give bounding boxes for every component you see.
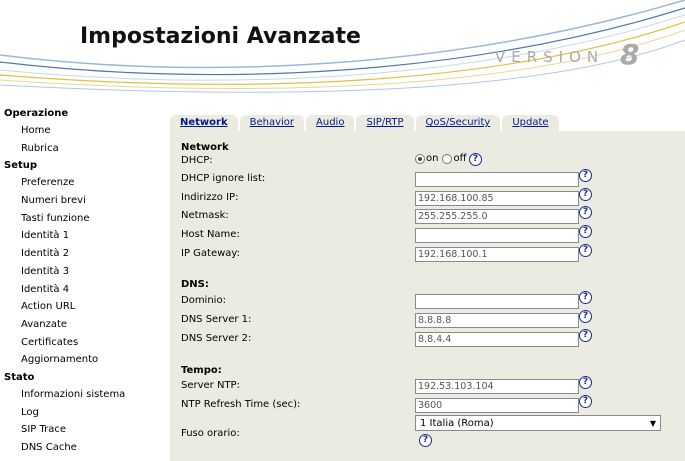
netmask-label: Netmask: [181, 210, 229, 221]
help-icon[interactable]: ? [579, 225, 592, 238]
hostname-label: Host Name: [181, 229, 240, 240]
timezone-label: Fuso orario: [181, 428, 240, 439]
netmask-input[interactable]: 255.255.255.0 [415, 209, 579, 224]
sidebar-item-home[interactable]: Home [0, 122, 160, 140]
sidebar-item-rubrica[interactable]: Rubrica [0, 140, 160, 158]
ip-address-label: Indirizzo IP: [181, 192, 239, 203]
help-icon[interactable]: ? [579, 376, 592, 389]
page-title: Impostazioni Avanzate [80, 24, 361, 49]
sidebar-item-identita-4[interactable]: Identità 4 [0, 281, 160, 299]
help-icon[interactable]: ? [579, 291, 592, 304]
dhcp-ignore-input[interactable] [415, 172, 579, 187]
sidebar-item-aggiornamento[interactable]: Aggiornamento [0, 351, 160, 369]
header: Impostazioni Avanzate VERSION 8 [0, 0, 685, 100]
sidebar-item-dns-cache[interactable]: DNS Cache [0, 439, 160, 457]
dhcp-on-label: on [426, 153, 439, 164]
sidebar-item-preferenze[interactable]: Preferenze [0, 174, 160, 192]
dhcp-radio-group: on off [415, 153, 466, 164]
gateway-input[interactable]: 192.168.100.1 [415, 247, 579, 262]
domain-label: Dominio: [181, 295, 226, 306]
tab-update[interactable]: Update [502, 115, 559, 131]
domain-input[interactable] [415, 294, 579, 309]
dhcp-on-radio[interactable] [415, 153, 425, 164]
help-icon[interactable]: ? [579, 206, 592, 219]
sidebar-nav: Operazione Home Rubrica Setup Preferenze… [0, 105, 160, 457]
dhcp-off-label: off [453, 153, 467, 164]
sidebar-item-tasti-funzione[interactable]: Tasti funzione [0, 210, 160, 228]
version-number: 8 [620, 38, 640, 71]
dns-server-1-input[interactable]: 8.8.8.8 [415, 313, 579, 328]
sidebar-item-certificates[interactable]: Certificates [0, 334, 160, 352]
sidebar-item-log[interactable]: Log [0, 404, 160, 422]
gateway-label: IP Gateway: [181, 248, 240, 259]
time-heading: Tempo: [181, 365, 222, 376]
dhcp-ignore-label: DHCP ignore list: [181, 173, 266, 184]
tab-qos-security[interactable]: QoS/Security [415, 115, 501, 131]
tab-bar: Network Behavior Audio SIP/RTP QoS/Secur… [170, 115, 561, 131]
sidebar-section-operazione: Operazione [4, 108, 69, 119]
sidebar-item-identita-3[interactable]: Identità 3 [0, 263, 160, 281]
sidebar-item-sip-trace[interactable]: SIP Trace [0, 421, 160, 439]
sidebar-item-numeri-brevi[interactable]: Numeri brevi [0, 192, 160, 210]
help-icon[interactable]: ? [579, 188, 592, 201]
tab-network[interactable]: Network [170, 115, 238, 131]
version-label: VERSION [495, 48, 605, 66]
help-icon[interactable]: ? [469, 153, 482, 166]
dropdown-arrow-icon: ▼ [649, 419, 656, 428]
sidebar-item-avanzate[interactable]: Avanzate [0, 316, 160, 334]
help-icon[interactable]: ? [579, 169, 592, 182]
sidebar-item-identita-1[interactable]: Identità 1 [0, 227, 160, 245]
dns-heading: DNS: [181, 279, 209, 290]
ntp-server-input[interactable]: 192.53.103.104 [415, 379, 579, 394]
sidebar-section-setup: Setup [4, 160, 38, 172]
ntp-refresh-label: NTP Refresh Time (sec): [181, 399, 301, 410]
help-icon[interactable]: ? [579, 395, 592, 408]
dhcp-off-radio[interactable] [442, 153, 453, 164]
sidebar-item-identita-2[interactable]: Identità 2 [0, 245, 160, 263]
ntp-server-label: Server NTP: [181, 380, 240, 391]
timezone-select-value: 1 Italia (Roma) [420, 418, 494, 429]
dhcp-label: DHCP: [181, 155, 213, 166]
help-icon[interactable]: ? [419, 434, 432, 447]
tab-behavior[interactable]: Behavior [239, 115, 305, 131]
hostname-input[interactable] [415, 228, 579, 243]
sidebar-item-informazioni-sistema[interactable]: Informazioni sistema [0, 386, 160, 404]
dns-server-1-label: DNS Server 1: [181, 314, 252, 325]
sidebar-section-stato: Stato [4, 371, 35, 383]
ip-address-input[interactable]: 192.168.100.85 [415, 191, 579, 206]
timezone-select[interactable]: 1 Italia (Roma) ▼ [415, 415, 661, 431]
help-icon[interactable]: ? [579, 244, 592, 257]
ntp-refresh-input[interactable]: 3600 [415, 398, 579, 413]
dns-server-2-input[interactable]: 8.8.4.4 [415, 332, 579, 347]
help-icon[interactable]: ? [579, 310, 592, 323]
help-icon[interactable]: ? [579, 329, 592, 342]
tab-audio[interactable]: Audio [306, 115, 355, 131]
tab-sip-rtp[interactable]: SIP/RTP [356, 115, 414, 131]
dns-server-2-label: DNS Server 2: [181, 333, 252, 344]
network-heading: Network [181, 142, 229, 153]
sidebar-item-action-url[interactable]: Action URL [0, 298, 160, 316]
